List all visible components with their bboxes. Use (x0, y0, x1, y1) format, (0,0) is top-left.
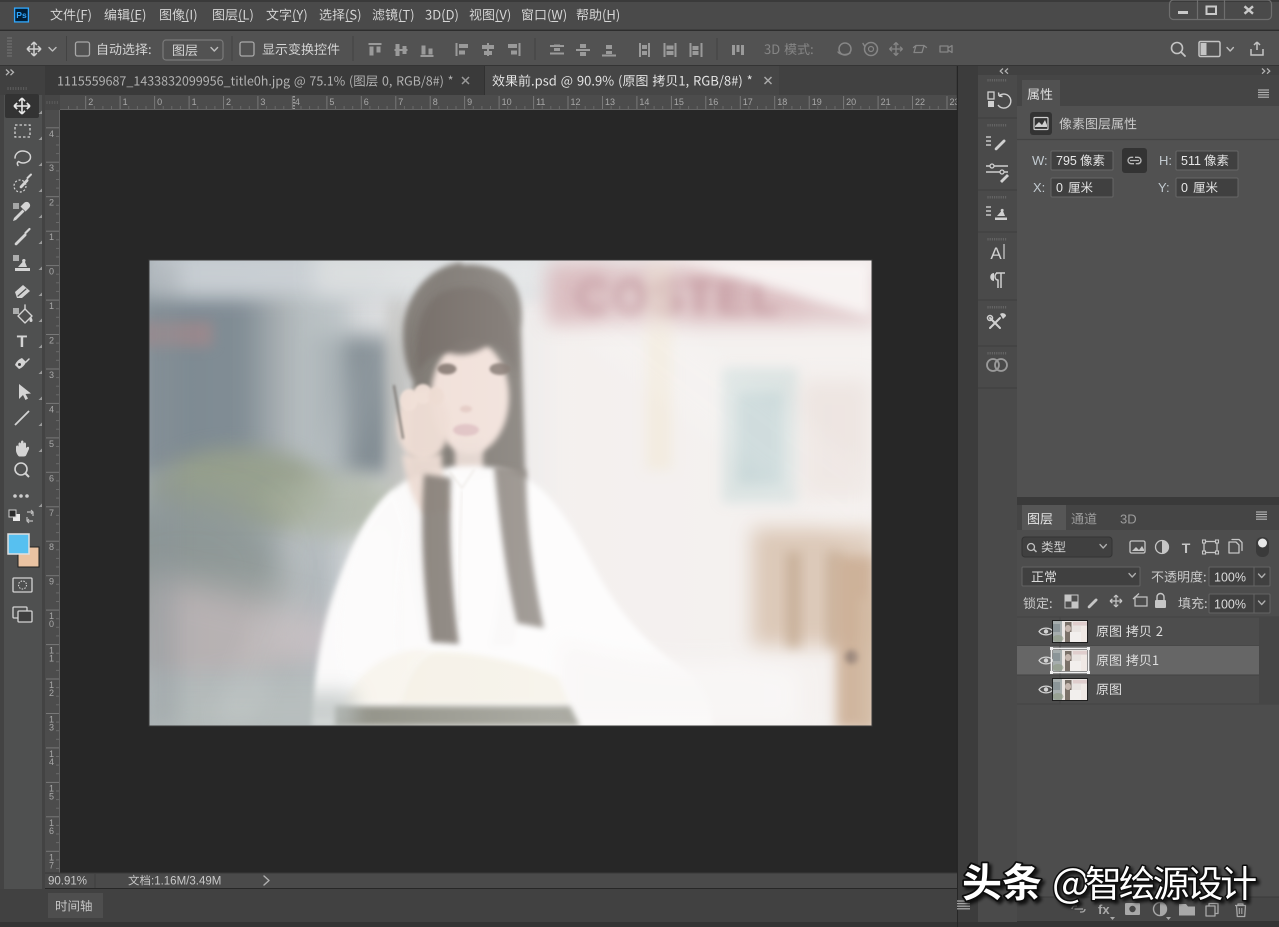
svg-text:90.91%: 90.91% (48, 876, 87, 888)
svg-text:511: 511 (1181, 154, 1201, 168)
svg-text:0: 0 (1181, 181, 1188, 195)
svg-text:0: 0 (157, 97, 162, 107)
svg-text:2: 2 (49, 198, 54, 208)
svg-text:4: 4 (49, 129, 54, 139)
svg-text:1: 1 (49, 654, 54, 664)
svg-text:3: 3 (49, 370, 54, 380)
svg-text:20: 20 (846, 97, 856, 107)
svg-text:2: 2 (49, 336, 54, 346)
svg-text:T: T (1182, 540, 1191, 556)
svg-text:0: 0 (49, 267, 54, 277)
svg-text:3: 3 (49, 163, 54, 173)
svg-text:10: 10 (502, 97, 512, 107)
svg-text:A: A (990, 244, 1002, 263)
svg-text:X:: X: (1033, 180, 1045, 195)
svg-text:4: 4 (49, 757, 54, 767)
svg-text:15: 15 (674, 97, 684, 107)
svg-text:18: 18 (777, 97, 787, 107)
svg-text:H:: H: (1159, 153, 1172, 168)
svg-text:6: 6 (364, 97, 369, 107)
svg-text:6: 6 (49, 826, 54, 836)
svg-text:7: 7 (49, 860, 54, 870)
svg-text:7: 7 (398, 97, 403, 107)
svg-text:5: 5 (49, 791, 54, 801)
svg-text:8: 8 (49, 542, 54, 552)
svg-text:2: 2 (88, 97, 93, 107)
svg-text:17: 17 (743, 97, 753, 107)
svg-text:1: 1 (49, 232, 54, 242)
svg-text:2: 2 (226, 97, 231, 107)
svg-text:W:: W: (1032, 153, 1048, 168)
svg-text:100%: 100% (1214, 598, 1246, 612)
svg-text:3: 3 (260, 97, 265, 107)
svg-text:795: 795 (1056, 154, 1077, 168)
svg-text:T: T (17, 332, 28, 351)
svg-text:0: 0 (49, 619, 54, 629)
svg-text:9: 9 (49, 577, 54, 587)
svg-text:7: 7 (49, 508, 54, 518)
svg-text:100%: 100% (1214, 571, 1246, 585)
svg-text:4: 4 (49, 404, 54, 414)
svg-text:21: 21 (881, 97, 891, 107)
svg-text:9: 9 (467, 97, 472, 107)
svg-text:8: 8 (433, 97, 438, 107)
svg-text:Y:: Y: (1158, 180, 1170, 195)
svg-text:1: 1 (192, 97, 197, 107)
svg-text:6: 6 (49, 473, 54, 483)
svg-text:2: 2 (49, 688, 54, 698)
svg-text:14: 14 (639, 97, 649, 107)
svg-text:4: 4 (295, 97, 300, 107)
svg-text:11: 11 (536, 97, 545, 107)
svg-text:fx: fx (1098, 902, 1110, 917)
svg-text:19: 19 (812, 97, 822, 107)
svg-text:1: 1 (49, 301, 54, 311)
svg-text:12: 12 (571, 97, 581, 107)
svg-text:5: 5 (329, 97, 334, 107)
svg-text:3: 3 (49, 723, 54, 733)
svg-text:Ps: Ps (16, 10, 27, 20)
svg-text:0: 0 (1056, 181, 1063, 195)
svg-text:16: 16 (708, 97, 718, 107)
svg-text::1.16M/3.49M: :1.16M/3.49M (151, 876, 221, 888)
svg-text:22: 22 (915, 97, 925, 107)
svg-text:5: 5 (49, 439, 54, 449)
svg-text:13: 13 (605, 97, 615, 107)
svg-text:1: 1 (123, 97, 128, 107)
svg-text:3D: 3D (1120, 512, 1137, 527)
